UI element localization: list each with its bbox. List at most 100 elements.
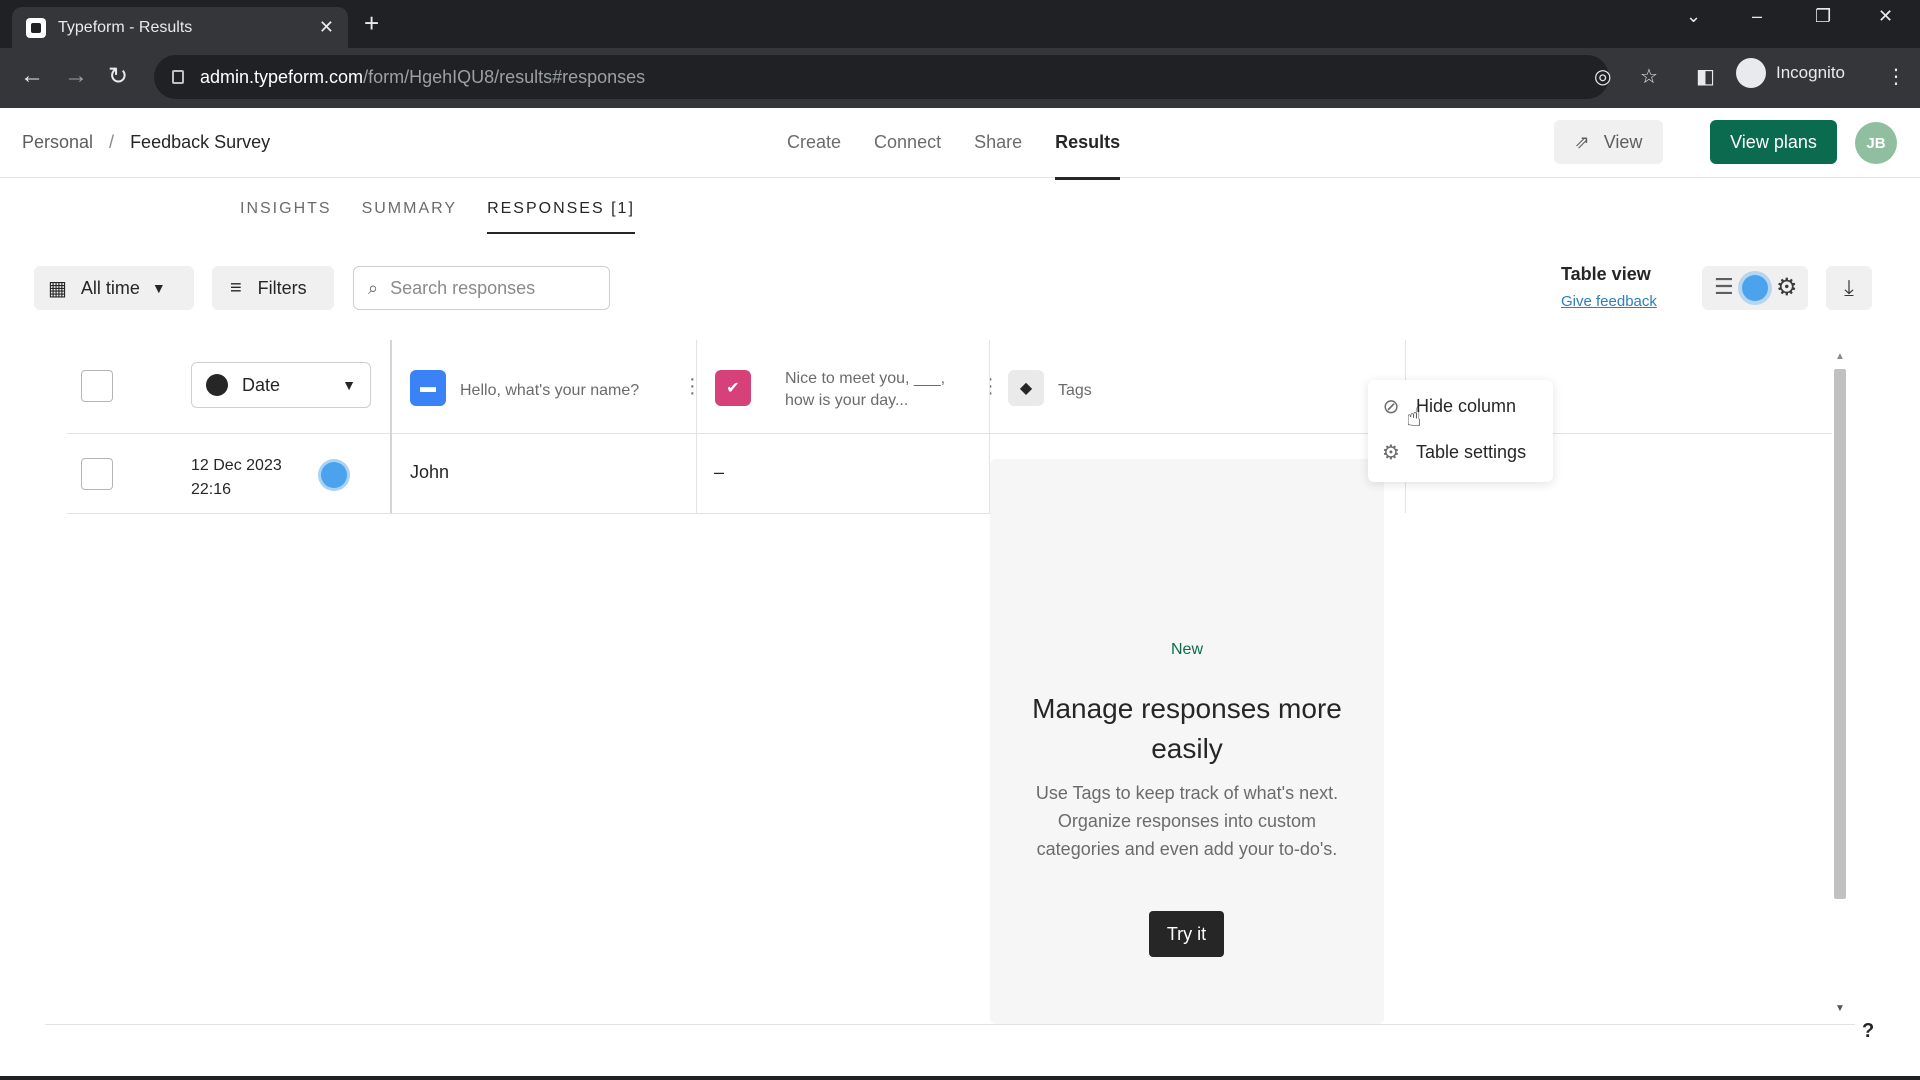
chevron-down-icon: ▼	[342, 377, 356, 393]
calendar-icon: ▦	[48, 277, 67, 300]
q1-column-header[interactable]: Hello, what's your name?	[460, 380, 639, 402]
download-button[interactable]: ⤓	[1826, 266, 1872, 310]
column-context-menu: ⊘ Hide column ⚙ Table settings	[1368, 380, 1553, 482]
breadcrumb-separator: /	[109, 132, 115, 152]
row-status-dot[interactable]	[321, 462, 347, 488]
date-range-label: All time	[80, 277, 140, 298]
tags-promo-body: Use Tags to keep track of what's next. O…	[1035, 783, 1339, 859]
nav-create[interactable]: Create	[787, 132, 841, 153]
url-host: admin.typeform.com	[200, 66, 364, 87]
gear-icon[interactable]: ⚙	[1776, 273, 1798, 302]
download-icon: ⤓	[1844, 275, 1854, 300]
give-feedback-link[interactable]: Give feedback	[1561, 293, 1657, 310]
scroll-up-icon[interactable]: ▲	[1835, 351, 1845, 362]
table-list-icon[interactable]: ☰	[1714, 274, 1734, 300]
checkmark-icon: ✔	[715, 370, 751, 406]
try-it-button[interactable]: Try it	[1149, 911, 1224, 957]
search-box[interactable]: ⌕	[353, 266, 610, 310]
nav-share[interactable]: Share	[974, 132, 1022, 153]
tab-search-icon[interactable]: ⌄	[1686, 6, 1701, 27]
date-column-selector[interactable]: Date ▼	[191, 362, 371, 408]
q2-column-menu-icon[interactable]: · · ·	[987, 369, 994, 403]
q1-column-menu-icon[interactable]: · · ·	[689, 369, 696, 403]
top-nav: Create Connect Share Results	[787, 132, 1121, 180]
search-input[interactable]	[390, 277, 581, 299]
q2-column-header[interactable]: Nice to meet you, ___, how is your day..…	[785, 368, 945, 412]
incognito-indicator[interactable]: Incognito	[1736, 58, 1845, 88]
external-link-icon: ⇗	[1574, 131, 1590, 152]
table-view-info: Table view Give feedback	[1561, 264, 1657, 310]
restore-icon[interactable]: ❐	[1815, 6, 1831, 27]
hide-column-label: Hide column	[1416, 395, 1517, 416]
url-text: admin.typeform.com/form/HgehIQU8/results…	[200, 67, 645, 88]
breadcrumb: Personal / Feedback Survey	[22, 132, 270, 153]
incognito-icon	[1736, 58, 1766, 88]
app-header: Personal / Feedback Survey Create Connect …	[0, 108, 1920, 180]
view-toggle: ☰ ⚙	[1702, 266, 1808, 310]
omnibox[interactable]: admin.typeform.com/form/HgehIQU8/results…	[154, 55, 1609, 99]
responses-table: Date ▼ ▬ Hello, what's your name? · · · ✔ …	[45, 340, 1855, 1025]
reload-icon[interactable]: ↻	[108, 62, 128, 91]
close-tab-icon[interactable]: ✕	[319, 17, 334, 38]
user-avatar[interactable]: JB	[1855, 122, 1897, 164]
response-date-time: 22:16	[191, 481, 232, 498]
new-tab-icon[interactable]: +	[364, 8, 379, 39]
tags-column-header[interactable]: Tags	[1058, 380, 1092, 402]
tab-responses[interactable]: RESPONSES [1]	[487, 200, 635, 234]
sidepanel-icon[interactable]: ◧	[1696, 64, 1715, 89]
response-date-day: 12 Dec 2023	[191, 457, 282, 474]
incognito-label: Incognito	[1776, 63, 1845, 82]
nav-results[interactable]: Results	[1055, 132, 1121, 180]
minimize-icon[interactable]: –	[1752, 6, 1762, 27]
tab-title: Typeform - Results	[58, 18, 193, 36]
close-window-icon[interactable]: ✕	[1878, 6, 1893, 27]
new-badge: New	[1170, 641, 1203, 658]
table-header-row: Date ▼ ▬ Hello, what's your name? · · · ✔ …	[67, 340, 1832, 514]
scroll-down-icon[interactable]: ▼	[1835, 1003, 1845, 1014]
back-icon[interactable]: ←	[20, 62, 44, 90]
tab-summary[interactable]: SUMMARY	[362, 200, 458, 218]
select-all-checkbox[interactable]	[81, 370, 113, 402]
url-path: /form/HgehIQU8/results#responses	[363, 66, 646, 87]
pointer-cursor-icon: ☝	[1406, 402, 1422, 432]
lock-icon	[172, 70, 184, 84]
tab-insights[interactable]: INSIGHTS	[240, 200, 332, 218]
row-checkbox[interactable]	[81, 458, 113, 490]
q2-header-line1: Nice to meet you, ___,	[785, 370, 946, 387]
browser-tab[interactable]: Typeform - Results ✕	[12, 7, 348, 48]
browser-menu-icon[interactable]: ⋮	[1886, 64, 1906, 89]
view-button-label: View	[1603, 131, 1643, 152]
table-scrollbar[interactable]: ▲ ▼	[1832, 351, 1848, 1015]
search-icon: ⌕	[368, 277, 379, 298]
table-settings-menu-item[interactable]: ⚙ Table settings	[1368, 430, 1553, 474]
scrollbar-thumb[interactable]	[1834, 369, 1846, 899]
tag-icon: ◆	[1008, 370, 1044, 406]
forward-icon[interactable]: →	[64, 62, 88, 90]
filter-icon: ≡	[230, 276, 242, 299]
breadcrumb-form[interactable]: Feedback Survey	[130, 132, 270, 152]
toggle-knob[interactable]	[1742, 275, 1768, 301]
response-date: 12 Dec 2023 22:16	[191, 454, 282, 502]
date-column-label: Date	[242, 374, 281, 395]
short-text-icon: ▬	[410, 370, 446, 406]
clock-icon	[206, 374, 228, 396]
table-row[interactable]: 12 Dec 2023 22:16 John –	[67, 434, 1012, 514]
nav-connect[interactable]: Connect	[874, 132, 941, 153]
response-name: John	[410, 462, 450, 482]
view-button[interactable]: ⇗ View	[1554, 120, 1663, 164]
table-view-label: Table view	[1561, 264, 1651, 284]
filters-button[interactable]: ≡ Filters	[212, 266, 334, 310]
date-range-dropdown[interactable]: ▦ All time ▼	[34, 266, 194, 310]
eye-off-icon: ⊘	[1382, 395, 1400, 418]
eye-off-icon[interactable]: ◎	[1594, 64, 1611, 89]
breadcrumb-personal[interactable]: Personal	[22, 132, 93, 152]
browser-tab-bar: Typeform - Results ✕ + ⌄ – ❐ ✕	[0, 0, 1920, 48]
hide-column-menu-item[interactable]: ⊘ Hide column	[1368, 384, 1553, 428]
bottom-edge	[0, 1076, 1920, 1080]
bookmark-star-icon[interactable]: ☆	[1640, 64, 1658, 89]
view-plans-button[interactable]: View plans	[1710, 120, 1837, 164]
chevron-down-icon: ▼	[151, 280, 166, 296]
help-icon[interactable]: ?	[1862, 1020, 1874, 1043]
gear-icon: ⚙	[1382, 441, 1400, 464]
filters-label: Filters	[257, 277, 307, 298]
